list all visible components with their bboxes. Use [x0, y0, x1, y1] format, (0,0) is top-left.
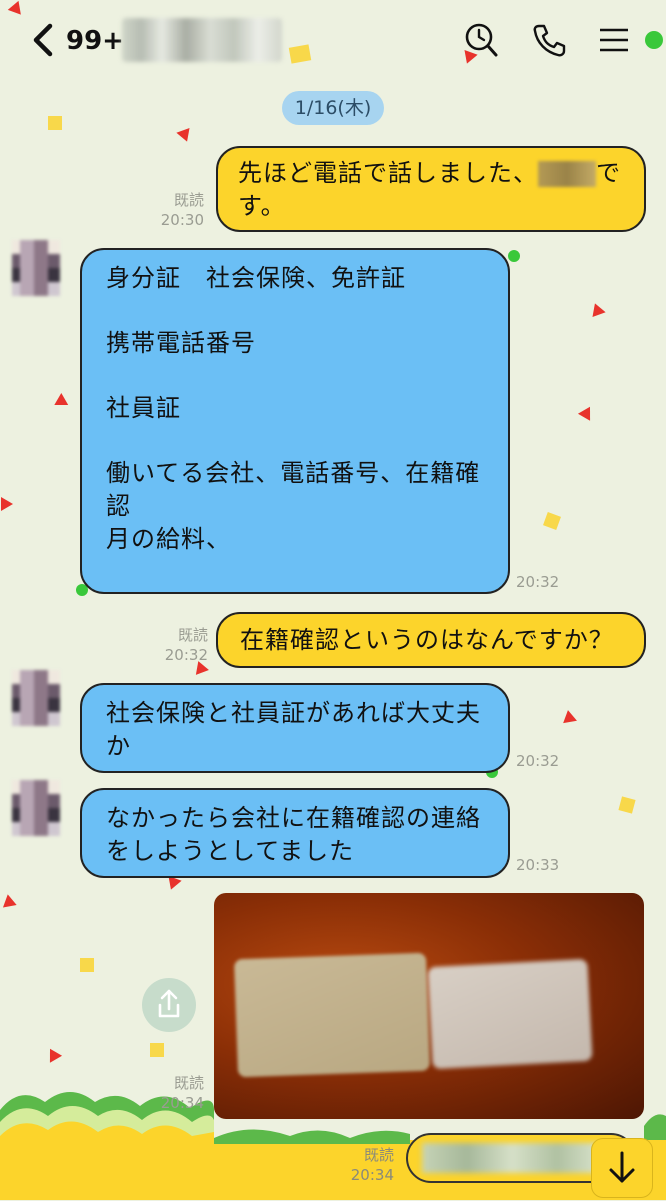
confetti — [618, 796, 636, 814]
message-text: 社会保険と社員証があれば大丈夫 — [106, 699, 481, 727]
message-meta: 既読 20:32 — [150, 625, 208, 665]
confetti — [48, 116, 62, 130]
card-image — [233, 952, 431, 1078]
message-time: 20:30 — [160, 211, 204, 229]
contact-avatar[interactable] — [12, 780, 60, 836]
message-text: 先ほど電話で話しました、 — [238, 159, 538, 187]
chat-header: 99+ — [0, 0, 666, 80]
menu-icon[interactable] — [596, 22, 632, 58]
message-text: 認 — [106, 492, 131, 520]
message-text — [106, 425, 488, 457]
message-time: 20:32 — [516, 752, 560, 770]
sent-message-bubble[interactable]: 先ほど電話で話しました、 で す。 — [216, 146, 646, 232]
chevron-left-icon — [33, 23, 53, 57]
received-message-bubble[interactable]: なかったら会社に在籍確認の連絡 をしようとしてました — [80, 788, 510, 878]
arrow-down-icon — [609, 1151, 635, 1183]
message-meta: 既読 20:34 — [340, 1145, 394, 1185]
share-button[interactable] — [142, 978, 196, 1032]
confetti — [645, 31, 663, 49]
confetti — [54, 392, 72, 412]
confetti — [543, 512, 561, 530]
message-text: をしようとしてました — [106, 837, 355, 865]
confetti — [561, 708, 577, 724]
message-text: 在籍確認というのはなんですか？ — [240, 626, 614, 654]
confetti — [43, 1045, 63, 1063]
confetti — [164, 875, 182, 893]
message-text: 身分証 社会保険、免許証 — [106, 264, 406, 292]
message-meta: 既読 20:30 — [150, 190, 204, 230]
confetti — [2, 894, 20, 912]
confetti — [588, 300, 606, 318]
read-receipt: 既読 — [177, 626, 208, 644]
message-text: す。 — [238, 192, 286, 220]
contact-name-redacted — [122, 18, 282, 62]
contact-avatar[interactable] — [12, 670, 60, 726]
read-receipt: 既読 — [173, 191, 204, 209]
message-time: 20:33 — [516, 856, 560, 874]
message-text: 携帯電話番号 — [106, 329, 256, 357]
sent-message-bubble[interactable]: 在籍確認というのはなんですか？ — [216, 612, 646, 668]
redacted-text — [422, 1143, 602, 1173]
message-text: なかったら会社に在籍確認の連絡 — [106, 804, 481, 832]
message-text — [106, 295, 488, 327]
message-text: で — [596, 159, 621, 187]
confetti — [80, 958, 94, 972]
date-separator: 1/16(木) — [282, 91, 384, 125]
confetti — [176, 127, 194, 145]
share-icon — [158, 989, 180, 1018]
back-button[interactable] — [32, 22, 54, 66]
redacted-name — [538, 161, 596, 187]
read-receipt: 既読 — [363, 1146, 394, 1164]
message-text — [106, 360, 488, 392]
message-text: 働いてる会社、電話番号、在籍確 — [106, 459, 481, 487]
message-meta: 既読 20:34 — [150, 1073, 204, 1113]
card-image — [427, 958, 593, 1070]
phone-icon[interactable] — [531, 22, 567, 58]
scroll-to-bottom-button[interactable] — [591, 1138, 653, 1198]
message-time: 20:32 — [164, 646, 208, 664]
message-time: 20:32 — [516, 573, 560, 591]
message-text: 月の給料、 — [106, 525, 231, 553]
received-message-bubble[interactable]: 社会保険と社員証があれば大丈夫 か — [80, 683, 510, 773]
received-message-bubble[interactable]: 身分証 社会保険、免許証 携帯電話番号 社員証 働いてる会社、電話番号、在籍確 … — [80, 248, 510, 594]
message-text: 社員証 — [106, 394, 181, 422]
contact-avatar[interactable] — [12, 240, 60, 296]
confetti — [577, 403, 597, 421]
confetti — [508, 250, 520, 262]
unread-count[interactable]: 99+ — [66, 26, 124, 56]
message-text: か — [106, 732, 131, 760]
read-receipt: 既読 — [173, 1074, 204, 1092]
message-time: 20:34 — [160, 1094, 204, 1112]
message-time: 20:34 — [350, 1166, 394, 1184]
search-clock-icon[interactable] — [463, 22, 499, 58]
confetti — [1, 497, 13, 511]
confetti — [150, 1043, 164, 1057]
